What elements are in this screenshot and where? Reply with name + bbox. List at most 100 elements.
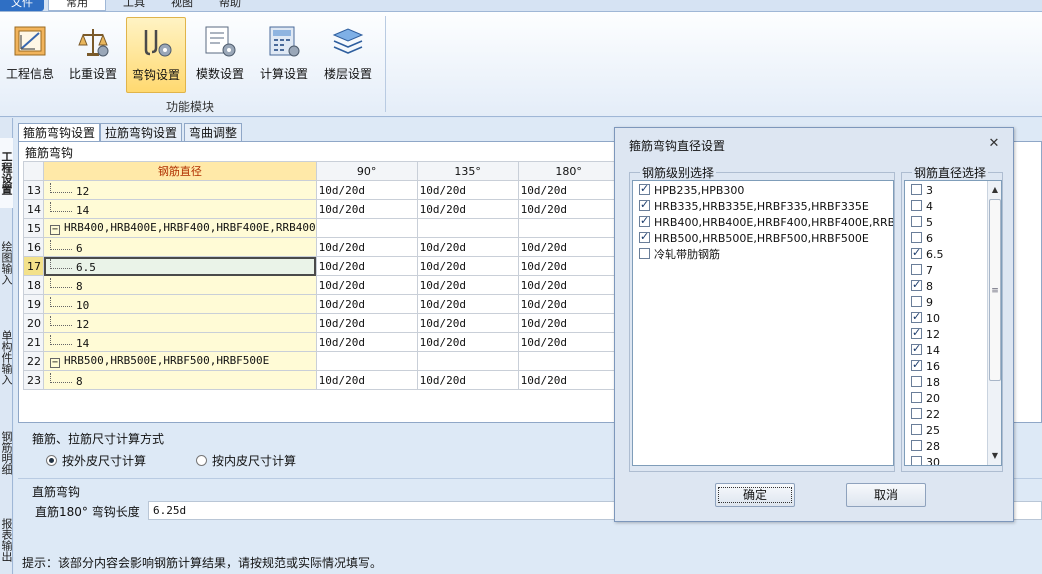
- diameter-checkbox[interactable]: [911, 232, 922, 243]
- hook-value-cell[interactable]: 10d/20d: [315, 332, 418, 352]
- hook-value-cell[interactable]: [517, 351, 620, 371]
- hook-value-cell[interactable]: 10d/20d: [315, 294, 418, 314]
- diameter-checkbox[interactable]: [911, 341, 922, 357]
- diameter-checkbox[interactable]: [911, 456, 922, 465]
- hook-value-cell[interactable]: 10d/20d: [416, 180, 519, 200]
- grade-checkbox[interactable]: [639, 197, 650, 213]
- hook-settings-button[interactable]: 弯钩设置: [126, 17, 186, 93]
- hook-value-cell[interactable]: 10d/20d: [517, 332, 620, 352]
- tab-view[interactable]: 视图: [160, 0, 204, 11]
- hook-value-cell[interactable]: 10d/20d: [517, 313, 620, 333]
- hook-value-cell[interactable]: 10d/20d: [315, 313, 418, 333]
- tab-stirrup-hook[interactable]: 箍筋弯钩设置: [18, 123, 101, 143]
- diameter-checkbox[interactable]: [911, 309, 922, 325]
- grade-checkbox[interactable]: [639, 181, 650, 197]
- tab-bend-adjust[interactable]: 弯曲调整: [184, 123, 243, 142]
- tab-home[interactable]: 常用: [48, 0, 106, 11]
- hook-value-cell[interactable]: 10d/20d: [315, 237, 418, 257]
- diameter-cell[interactable]: 6.5: [43, 256, 317, 276]
- nav-rebar-details[interactable]: 钢筋明细: [0, 416, 13, 490]
- radio-outer-size-dot[interactable]: [46, 455, 57, 466]
- grade-item[interactable]: HRB500,HRB500E,HRBF500,HRBF500E: [633, 229, 893, 247]
- collapse-icon[interactable]: −: [50, 358, 60, 368]
- hook-value-cell[interactable]: 10d/20d: [416, 313, 519, 333]
- grade-checkbox[interactable]: [639, 248, 650, 259]
- hook-value-cell[interactable]: 10d/20d: [416, 294, 519, 314]
- grade-item[interactable]: 冷轧带肋钢筋: [633, 247, 893, 263]
- project-info-button[interactable]: 工程信息: [0, 17, 60, 93]
- diameter-checkbox[interactable]: [911, 184, 922, 195]
- diameter-cell[interactable]: 14: [43, 199, 317, 219]
- diameter-cell[interactable]: 8: [43, 370, 317, 390]
- hook-value-cell[interactable]: [416, 218, 519, 238]
- hook-value-cell[interactable]: 10d/20d: [517, 180, 620, 200]
- grid-header-90[interactable]: 90°: [315, 161, 418, 181]
- scroll-down-icon[interactable]: ▼: [988, 449, 1001, 463]
- nav-report-output[interactable]: 报表输出: [0, 506, 13, 574]
- radio-outer-size[interactable]: 按外皮尺寸计算: [46, 452, 146, 469]
- hook-value-cell[interactable]: 10d/20d: [315, 199, 418, 219]
- grade-group-cell[interactable]: − HRB500,HRB500E,HRBF500,HRBF500E: [43, 351, 317, 371]
- grade-checkbox[interactable]: [639, 213, 650, 229]
- ok-button[interactable]: 确定: [715, 483, 795, 507]
- hook-value-cell[interactable]: 10d/20d: [416, 256, 519, 276]
- hook-value-cell[interactable]: 10d/20d: [517, 256, 620, 276]
- hook-value-cell[interactable]: [517, 218, 620, 238]
- radio-inner-size-dot[interactable]: [196, 455, 207, 466]
- table-row[interactable]: 14 14 10d/20d 10d/20d 10d/20d: [23, 199, 620, 219]
- diameter-checkbox[interactable]: [911, 440, 922, 451]
- modulus-settings-button[interactable]: 模数设置: [190, 17, 250, 93]
- diameter-cell[interactable]: 10: [43, 294, 317, 314]
- tab-file[interactable]: 文件: [0, 0, 44, 11]
- hook-value-cell[interactable]: 10d/20d: [517, 237, 620, 257]
- hook-value-cell[interactable]: [315, 218, 418, 238]
- diameter-checkbox[interactable]: [911, 245, 922, 261]
- hook-value-cell[interactable]: 10d/20d: [416, 370, 519, 390]
- density-settings-button[interactable]: 比重设置: [63, 17, 123, 93]
- tab-tools[interactable]: 工具: [112, 0, 156, 11]
- calculation-settings-button[interactable]: 计算设置: [254, 17, 314, 93]
- table-row[interactable]: 15− HRB400,HRB400E,HRBF400,HRBF400E,RRB40…: [23, 218, 620, 238]
- scroll-up-icon[interactable]: ▲: [988, 183, 1001, 197]
- hook-value-cell[interactable]: 10d/20d: [416, 332, 519, 352]
- close-icon[interactable]: ✕: [987, 137, 1001, 151]
- diameter-checkbox[interactable]: [911, 277, 922, 293]
- diameter-cell[interactable]: 12: [43, 180, 317, 200]
- grade-item[interactable]: HPB235,HPB300: [633, 181, 893, 199]
- diameter-checkbox[interactable]: [911, 200, 922, 211]
- hook-value-cell[interactable]: 10d/20d: [315, 370, 418, 390]
- diameter-checkbox[interactable]: [911, 408, 922, 419]
- diameter-scrollbar[interactable]: ▲ ≡ ▼: [987, 181, 1001, 465]
- hook-value-cell[interactable]: [315, 351, 418, 371]
- table-row[interactable]: 13 12 10d/20d 10d/20d 10d/20d: [23, 180, 620, 200]
- hook-value-cell[interactable]: 10d/20d: [315, 256, 418, 276]
- tab-tie-hook[interactable]: 拉筋弯钩设置: [100, 123, 183, 142]
- diameter-checkbox[interactable]: [911, 325, 922, 341]
- diameter-cell[interactable]: 6: [43, 237, 317, 257]
- hook-value-cell[interactable]: 10d/20d: [517, 294, 620, 314]
- hook-value-cell[interactable]: 10d/20d: [517, 370, 620, 390]
- table-row[interactable]: 23 8 10d/20d 10d/20d 10d/20d: [23, 370, 620, 390]
- collapse-icon[interactable]: −: [50, 225, 60, 235]
- table-row[interactable]: 22− HRB500,HRB500E,HRBF500,HRBF500E: [23, 351, 620, 371]
- hook-value-cell[interactable]: 10d/20d: [315, 180, 418, 200]
- table-row[interactable]: 18 8 10d/20d 10d/20d 10d/20d: [23, 275, 620, 295]
- cancel-button[interactable]: 取消: [846, 483, 926, 507]
- diameter-checkbox[interactable]: [911, 296, 922, 307]
- grade-item[interactable]: HRB335,HRB335E,HRBF335,HRBF335E: [633, 197, 893, 215]
- hook-value-cell[interactable]: 10d/20d: [517, 275, 620, 295]
- diameter-checkbox[interactable]: [911, 392, 922, 403]
- diameter-cell[interactable]: 14: [43, 332, 317, 352]
- table-row[interactable]: 16 6 10d/20d 10d/20d 10d/20d: [23, 237, 620, 257]
- grid-header-180[interactable]: 180°: [517, 161, 620, 181]
- diameter-checkbox[interactable]: [911, 376, 922, 387]
- hook-value-cell[interactable]: 10d/20d: [416, 237, 519, 257]
- radio-inner-size[interactable]: 按内皮尺寸计算: [196, 452, 296, 469]
- hook-value-cell[interactable]: 10d/20d: [517, 199, 620, 219]
- diameter-checkbox[interactable]: [911, 357, 922, 373]
- scroll-thumb[interactable]: ≡: [989, 199, 1001, 381]
- hook-value-cell[interactable]: 10d/20d: [416, 199, 519, 219]
- grade-checkbox[interactable]: [639, 229, 650, 245]
- hook-value-cell[interactable]: 10d/20d: [315, 275, 418, 295]
- hook-value-cell[interactable]: 10d/20d: [416, 275, 519, 295]
